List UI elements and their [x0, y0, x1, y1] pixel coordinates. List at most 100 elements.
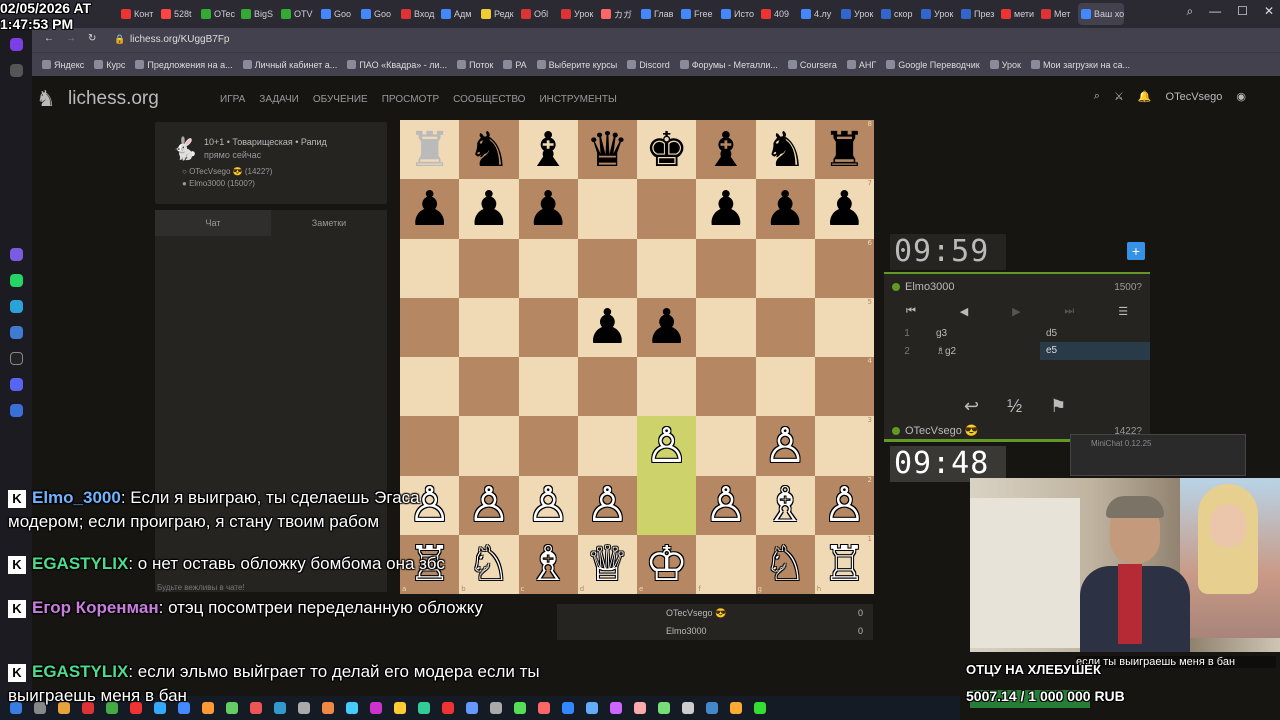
square-c8[interactable]: ♝ — [518, 120, 578, 180]
square-d4[interactable] — [577, 357, 637, 417]
nav-item[interactable]: ПРОСМОТР — [382, 94, 439, 105]
square-b8[interactable]: ♞ — [459, 120, 519, 180]
square-b6[interactable] — [459, 238, 519, 298]
nav-item[interactable]: ИГРА — [220, 94, 245, 105]
square-h5[interactable]: 5 — [814, 297, 874, 357]
chat-input[interactable]: Будьте вежливы в чате! — [155, 583, 245, 592]
bookmark[interactable]: Мои загрузки на са... — [1030, 60, 1130, 70]
chess-piece[interactable]: ♙ — [764, 422, 807, 470]
square-d1[interactable]: ♕ d — [577, 534, 637, 594]
square-d7[interactable] — [577, 179, 637, 239]
browser-tab[interactable]: Oбl — [518, 3, 556, 25]
browser-tab[interactable]: Free — [678, 3, 716, 25]
draw-offer-button[interactable]: ½ — [1007, 396, 1022, 417]
chess-piece[interactable]: ♟ — [764, 185, 807, 233]
browser-tab[interactable]: OTV — [278, 3, 316, 25]
taskbar-app-icon[interactable] — [730, 702, 742, 714]
add-time-button[interactable]: + — [1127, 242, 1145, 260]
square-h2[interactable]: ♙ 2 — [814, 475, 874, 535]
chess-piece[interactable]: ♝ — [527, 126, 570, 174]
first-move-button[interactable]: ⏮ — [906, 305, 916, 318]
browser-tab[interactable]: Исто — [718, 3, 756, 25]
browser-tab[interactable]: мети — [998, 3, 1036, 25]
square-f1[interactable]: f — [696, 534, 756, 594]
square-d5[interactable]: ♟ — [577, 297, 637, 357]
square-f8[interactable]: ♝ — [696, 120, 756, 180]
chess-piece[interactable]: ♟ — [527, 185, 570, 233]
chess-piece[interactable]: ♕ — [586, 540, 629, 588]
browser-tab[interactable]: Вход — [398, 3, 436, 25]
square-c5[interactable] — [518, 297, 578, 357]
browser-tab[interactable]: Goo — [318, 3, 356, 25]
bell-icon[interactable]: 🔔 — [1138, 90, 1152, 103]
next-move-button[interactable]: ▶ — [1012, 305, 1020, 318]
chess-piece[interactable]: ♜ — [823, 126, 866, 174]
bookmark[interactable]: Поток — [457, 60, 493, 70]
browser-tab[interactable]: Урок — [558, 3, 596, 25]
maximize-icon[interactable]: ☐ — [1237, 4, 1248, 19]
nav-item[interactable]: ОБУЧЕНИЕ — [313, 94, 368, 105]
chess-piece[interactable]: ♟ — [823, 185, 866, 233]
square-f6[interactable] — [696, 238, 756, 298]
browser-tab[interactable]: OTec — [198, 3, 236, 25]
square-e2[interactable] — [637, 475, 697, 535]
site-logo[interactable]: lichess.org — [68, 88, 159, 110]
square-g1[interactable]: ♘ g — [755, 534, 815, 594]
last-move-button[interactable]: ⏭ — [1064, 305, 1074, 318]
taskbar-app-icon[interactable] — [610, 702, 622, 714]
chess-piece[interactable]: ♙ — [645, 422, 688, 470]
url-input[interactable]: lichess.org/KUggB7Fp — [130, 34, 230, 45]
browser-tab[interactable]: 528t — [158, 3, 196, 25]
browser-tab[interactable]: скор — [878, 3, 916, 25]
square-c3[interactable] — [518, 416, 578, 476]
square-b5[interactable] — [459, 297, 519, 357]
chess-piece[interactable]: ♞ — [467, 126, 510, 174]
square-h1[interactable]: ♖ 1 h — [814, 534, 874, 594]
reload-icon[interactable]: ↻ — [88, 33, 96, 44]
username-link[interactable]: OTecVsego — [1166, 91, 1223, 103]
square-b4[interactable] — [459, 357, 519, 417]
square-h4[interactable]: 4 — [814, 357, 874, 417]
chess-piece[interactable]: ♙ — [527, 481, 570, 529]
taskbar-app-icon[interactable] — [754, 702, 766, 714]
move-white[interactable]: ♗g2 — [930, 346, 1040, 357]
resign-flag-icon[interactable]: ⚑ — [1050, 396, 1066, 417]
bookmark[interactable]: АНГ — [846, 60, 876, 70]
square-a7[interactable]: ♟ — [400, 179, 460, 239]
browser-tab[interactable]: Ваш ход — [1078, 3, 1124, 25]
browser-tab[interactable]: 409 — [758, 3, 796, 25]
bookmark[interactable]: Discord — [627, 60, 670, 70]
square-f7[interactable]: ♟ — [696, 179, 756, 239]
messenger-icon[interactable] — [10, 404, 23, 417]
square-g6[interactable] — [755, 238, 815, 298]
app-icon[interactable] — [10, 248, 23, 261]
search-icon[interactable]: ⌕ — [1186, 4, 1193, 19]
taskbar-app-icon[interactable] — [682, 702, 694, 714]
takeback-button[interactable]: ↩ — [964, 396, 979, 417]
opponent-name[interactable]: Elmo3000 — [892, 281, 955, 293]
nav-item[interactable]: ИНСТРУМЕНТЫ — [539, 94, 616, 105]
browser-tab[interactable]: Конт — [118, 3, 156, 25]
bookmark[interactable]: Яндекс — [42, 60, 84, 70]
telegram-icon[interactable] — [10, 300, 23, 313]
knight-logo-icon[interactable]: ♞ — [36, 86, 56, 112]
square-d8[interactable]: ♛ — [577, 120, 637, 180]
square-g2[interactable]: ♗ — [755, 475, 815, 535]
chess-piece[interactable]: ♙ — [823, 481, 866, 529]
square-a4[interactable] — [400, 357, 460, 417]
minimize-icon[interactable]: — — [1209, 4, 1221, 19]
bookmark[interactable]: Личный кабинет а... — [242, 60, 337, 70]
chess-piece[interactable]: ♛ — [586, 126, 629, 174]
browser-tab[interactable]: Мет — [1038, 3, 1076, 25]
chess-piece[interactable]: ♗ — [527, 540, 570, 588]
search-icon[interactable]: ⌕ — [1094, 90, 1100, 103]
square-e6[interactable] — [637, 238, 697, 298]
bookmark[interactable]: Coursera — [787, 60, 837, 70]
square-e3[interactable]: ♙ — [637, 416, 697, 476]
bookmark[interactable]: PA — [503, 60, 527, 70]
browser-tab[interactable]: Урок — [918, 3, 956, 25]
taskbar-app-icon[interactable] — [634, 702, 646, 714]
browser-tab[interactable]: Глав — [638, 3, 676, 25]
square-h6[interactable]: 6 — [814, 238, 874, 298]
swords-icon[interactable]: ⚔ — [1114, 90, 1124, 103]
